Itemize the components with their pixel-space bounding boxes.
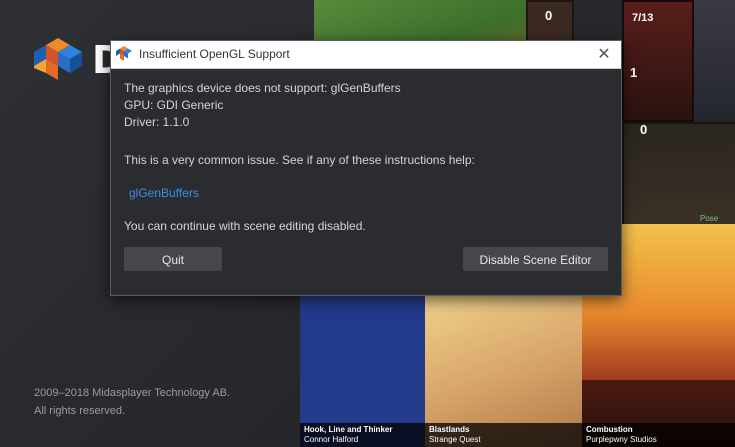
collage-tile-card-3 — [694, 0, 735, 118]
gpu-info: GPU: GDI Generic — [124, 98, 224, 112]
card-count: 1 — [630, 65, 638, 80]
game-title: Blastlands — [429, 425, 470, 434]
instructions-link[interactable]: glGenBuffers — [129, 186, 199, 200]
collage-tile-hook-line: Hook, Line and Thinker Connor Halford — [300, 296, 425, 447]
game-caption: Blastlands Strange Quest — [425, 423, 582, 447]
game-caption: Hook, Line and Thinker Connor Halford — [300, 423, 425, 447]
app-icon — [116, 46, 132, 61]
defold-logo-icon — [34, 38, 82, 80]
dialog-titlebar[interactable]: Insufficient OpenGL Support ✕ — [111, 41, 621, 69]
help-message: This is a very common issue. See if any … — [124, 153, 475, 167]
game-author: Connor Halford — [304, 435, 359, 444]
game-caption: Combustion Purplepwny Studios — [582, 423, 735, 447]
copyright-text: 2009–2018 Midasplayer Technology AB. All… — [34, 384, 230, 420]
game-title: Combustion — [586, 425, 633, 434]
card-count: 7/13 — [632, 12, 654, 24]
opengl-error-dialog: Insufficient OpenGL Support ✕ The graphi… — [110, 40, 622, 296]
game-author: Purplepwny Studios — [586, 435, 657, 444]
collage-tile-combustion: Combustion Purplepwny Studios — [582, 380, 735, 447]
card-count: 0 — [640, 122, 648, 137]
dialog-title: Insufficient OpenGL Support — [139, 47, 290, 61]
card-count: 0 — [545, 8, 553, 23]
copyright-line: 2009–2018 Midasplayer Technology AB. — [34, 387, 231, 399]
collage-tile-blastlands: Blastlands Strange Quest — [425, 296, 582, 447]
close-icon[interactable]: ✕ — [595, 44, 613, 64]
quit-button[interactable]: Quit — [124, 247, 222, 271]
copyright-line: All rights reserved. — [34, 405, 126, 417]
driver-info: Driver: 1.1.0 — [124, 115, 190, 129]
game-title: Hook, Line and Thinker — [304, 425, 393, 434]
continue-message: You can continue with scene editing disa… — [124, 219, 366, 233]
disable-scene-editor-button[interactable]: Disable Scene Editor — [463, 247, 608, 271]
game-author: Strange Quest — [429, 435, 481, 444]
error-message: The graphics device does not support: gl… — [124, 81, 401, 95]
